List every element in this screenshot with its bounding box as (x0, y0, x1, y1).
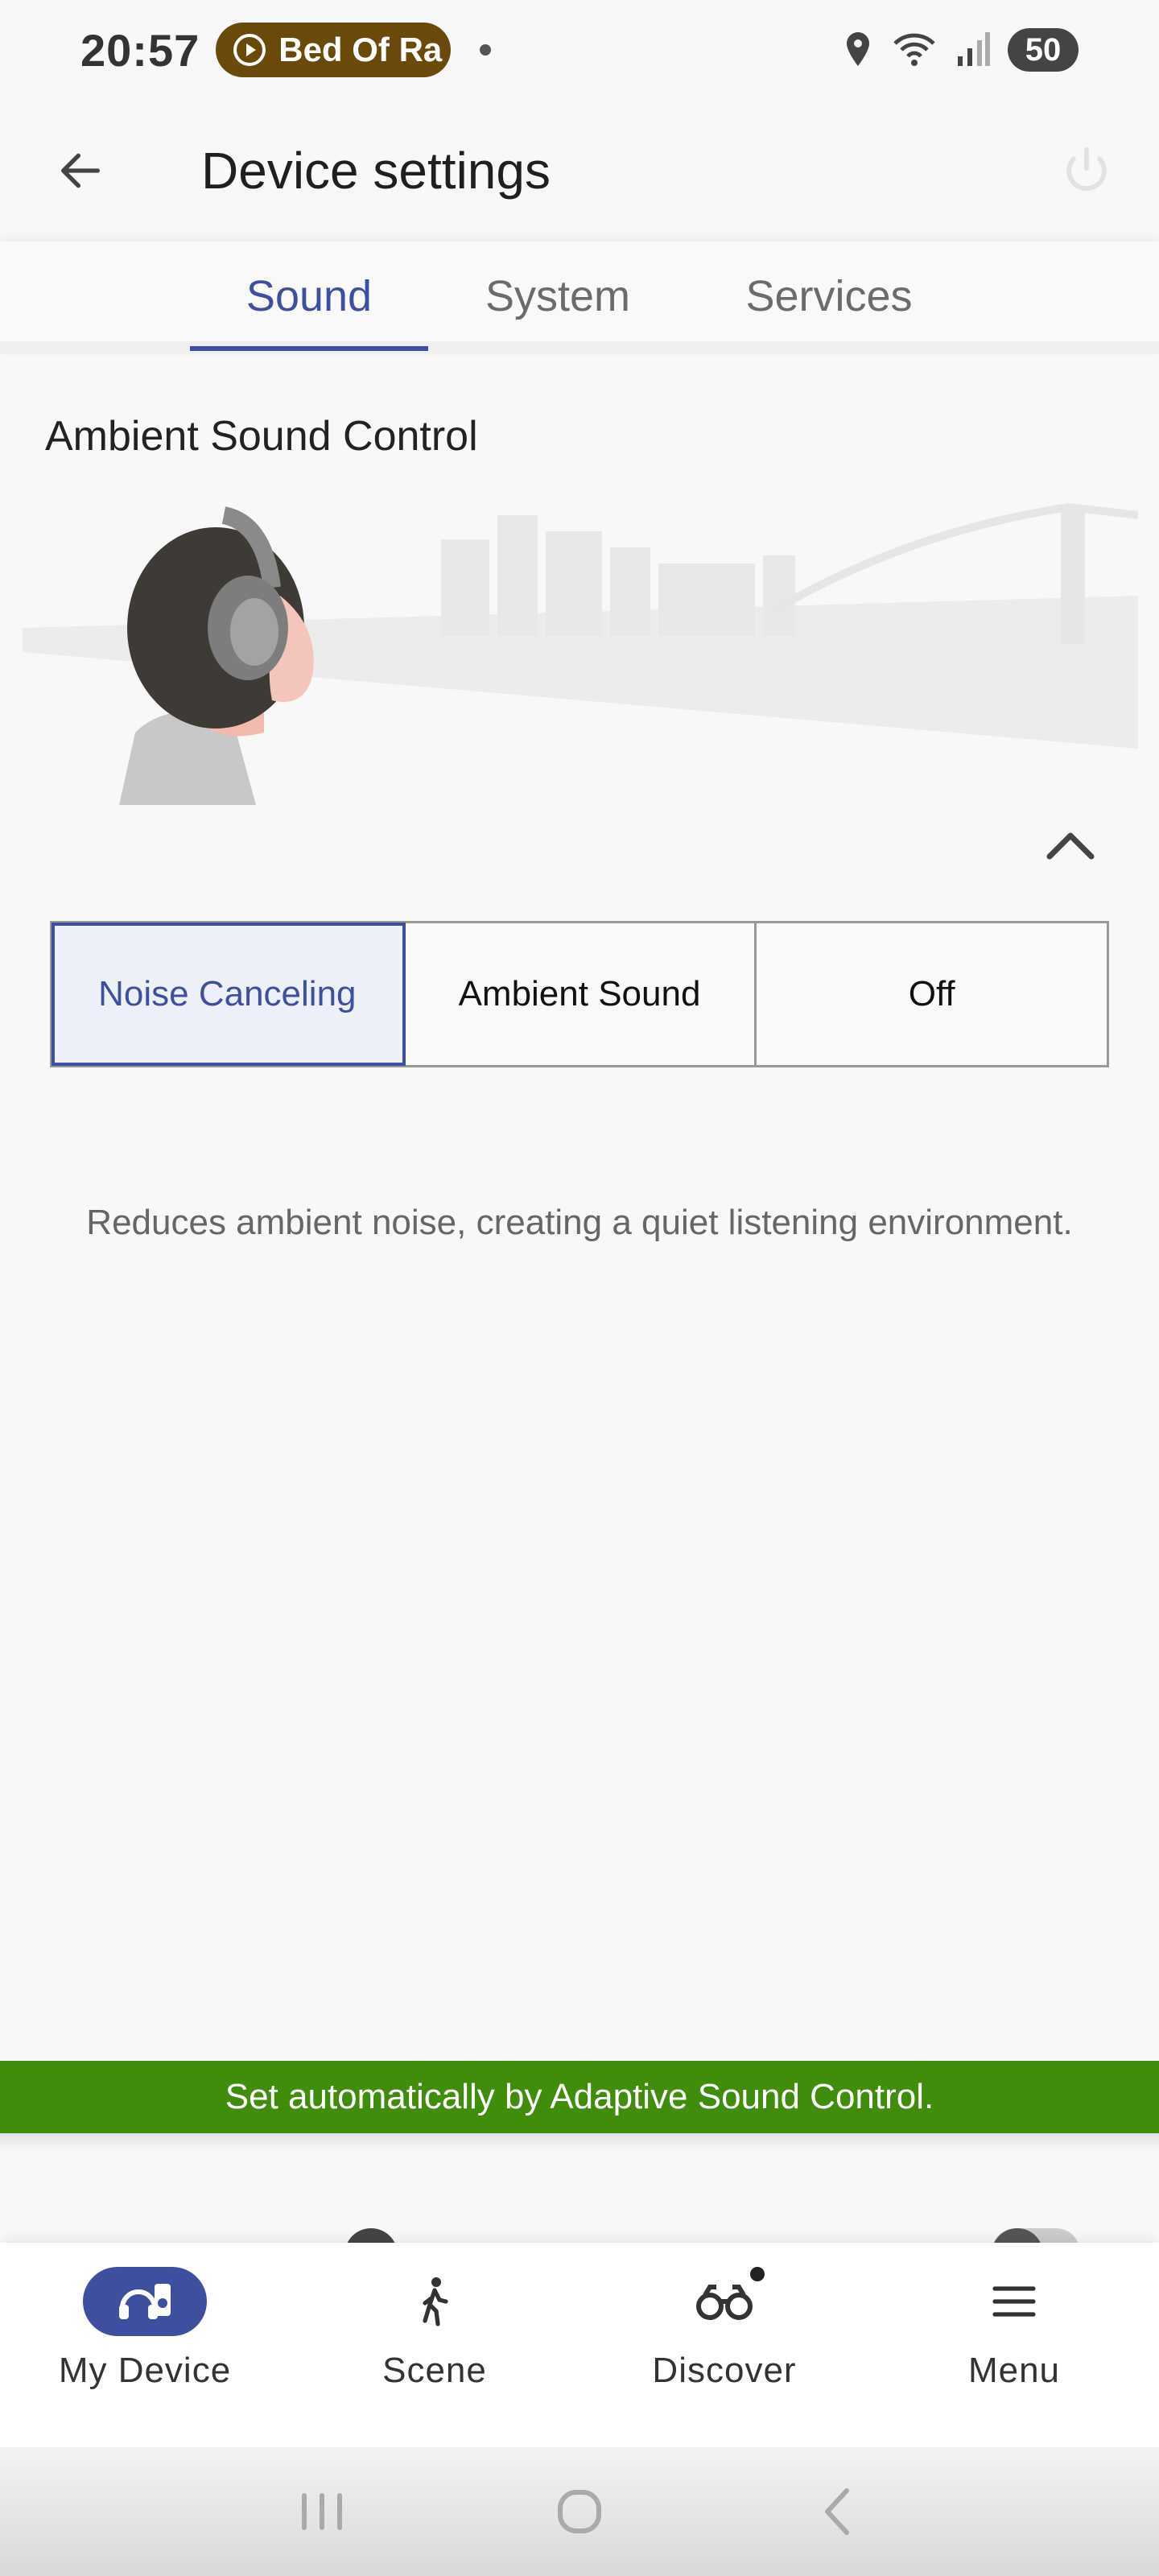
ambient-mode-selector: Noise Canceling Ambient Sound Off (50, 921, 1109, 1067)
recent-apps-icon (302, 2493, 342, 2530)
power-button[interactable] (1046, 130, 1127, 211)
signal-icon (958, 32, 990, 66)
back-button[interactable] (32, 122, 129, 219)
home-button[interactable] (547, 2479, 612, 2544)
status-time: 20:57 (80, 24, 200, 76)
chevron-left-icon (825, 2488, 849, 2535)
nav-scene[interactable]: Scene (290, 2243, 580, 2447)
nav-label: My Device (58, 2351, 232, 2390)
media-playing-chip[interactable]: Bed Of Ra (216, 23, 452, 77)
play-circle-icon (233, 34, 266, 66)
walking-person-icon (423, 2277, 448, 2326)
headphones-speaker-icon (119, 2284, 171, 2319)
mode-noise-canceling-button[interactable]: Noise Canceling (52, 923, 406, 1066)
home-icon (558, 2490, 601, 2533)
location-icon (847, 32, 869, 66)
nav-scene-icon-wrap (373, 2267, 497, 2336)
head-with-headphones-illustration (23, 502, 1138, 805)
nav-discover-badge (750, 2267, 765, 2281)
binoculars-icon (696, 2285, 753, 2320)
mode-off-button[interactable]: Off (757, 923, 1107, 1065)
nav-menu[interactable]: Menu (869, 2243, 1159, 2447)
tab-services[interactable]: Services (708, 242, 950, 351)
app-header: Device settings (0, 100, 1159, 242)
arrow-left-icon (61, 153, 100, 188)
nav-menu-icon-wrap (952, 2267, 1076, 2336)
media-title: Bed Of Ra (278, 31, 443, 68)
adaptive-sound-banner: Set automatically by Adaptive Sound Cont… (0, 2061, 1159, 2133)
wifi-icon (893, 33, 935, 66)
recent-apps-button[interactable] (290, 2479, 354, 2544)
battery-indicator: 50 (1008, 28, 1079, 72)
mode-ambient-sound-button[interactable]: Ambient Sound (405, 923, 757, 1065)
nav-my-device-highlight (83, 2267, 207, 2336)
tab-bar: Sound System Services (0, 242, 1159, 354)
notification-dot-icon (480, 44, 492, 56)
power-icon (1066, 147, 1107, 191)
status-bar: 20:57 Bed Of Ra 50 (0, 0, 1159, 100)
chevron-up-icon (1046, 832, 1095, 860)
nav-label: Menu (967, 2351, 1061, 2390)
divider (0, 2133, 1159, 2153)
system-back-button[interactable] (805, 2479, 869, 2544)
nav-label: Scene (382, 2351, 487, 2390)
collapse-button[interactable] (1038, 813, 1103, 877)
nav-label: Discover (652, 2351, 797, 2390)
bottom-navigation: My Device Scene Discover Menu (0, 2243, 1159, 2447)
mode-description: Reduces ambient noise, creating a quiet … (86, 1203, 1073, 1242)
hamburger-menu-icon (992, 2286, 1036, 2317)
nav-discover-icon-wrap (662, 2267, 786, 2336)
page-title: Device settings (201, 142, 551, 200)
nav-discover[interactable]: Discover (580, 2243, 869, 2447)
system-navigation-bar (0, 2447, 1159, 2576)
nav-my-device[interactable]: My Device (0, 2243, 290, 2447)
tab-system[interactable]: System (451, 242, 665, 351)
section-title: Ambient Sound Control (45, 413, 478, 460)
tab-sound[interactable]: Sound (190, 242, 428, 351)
